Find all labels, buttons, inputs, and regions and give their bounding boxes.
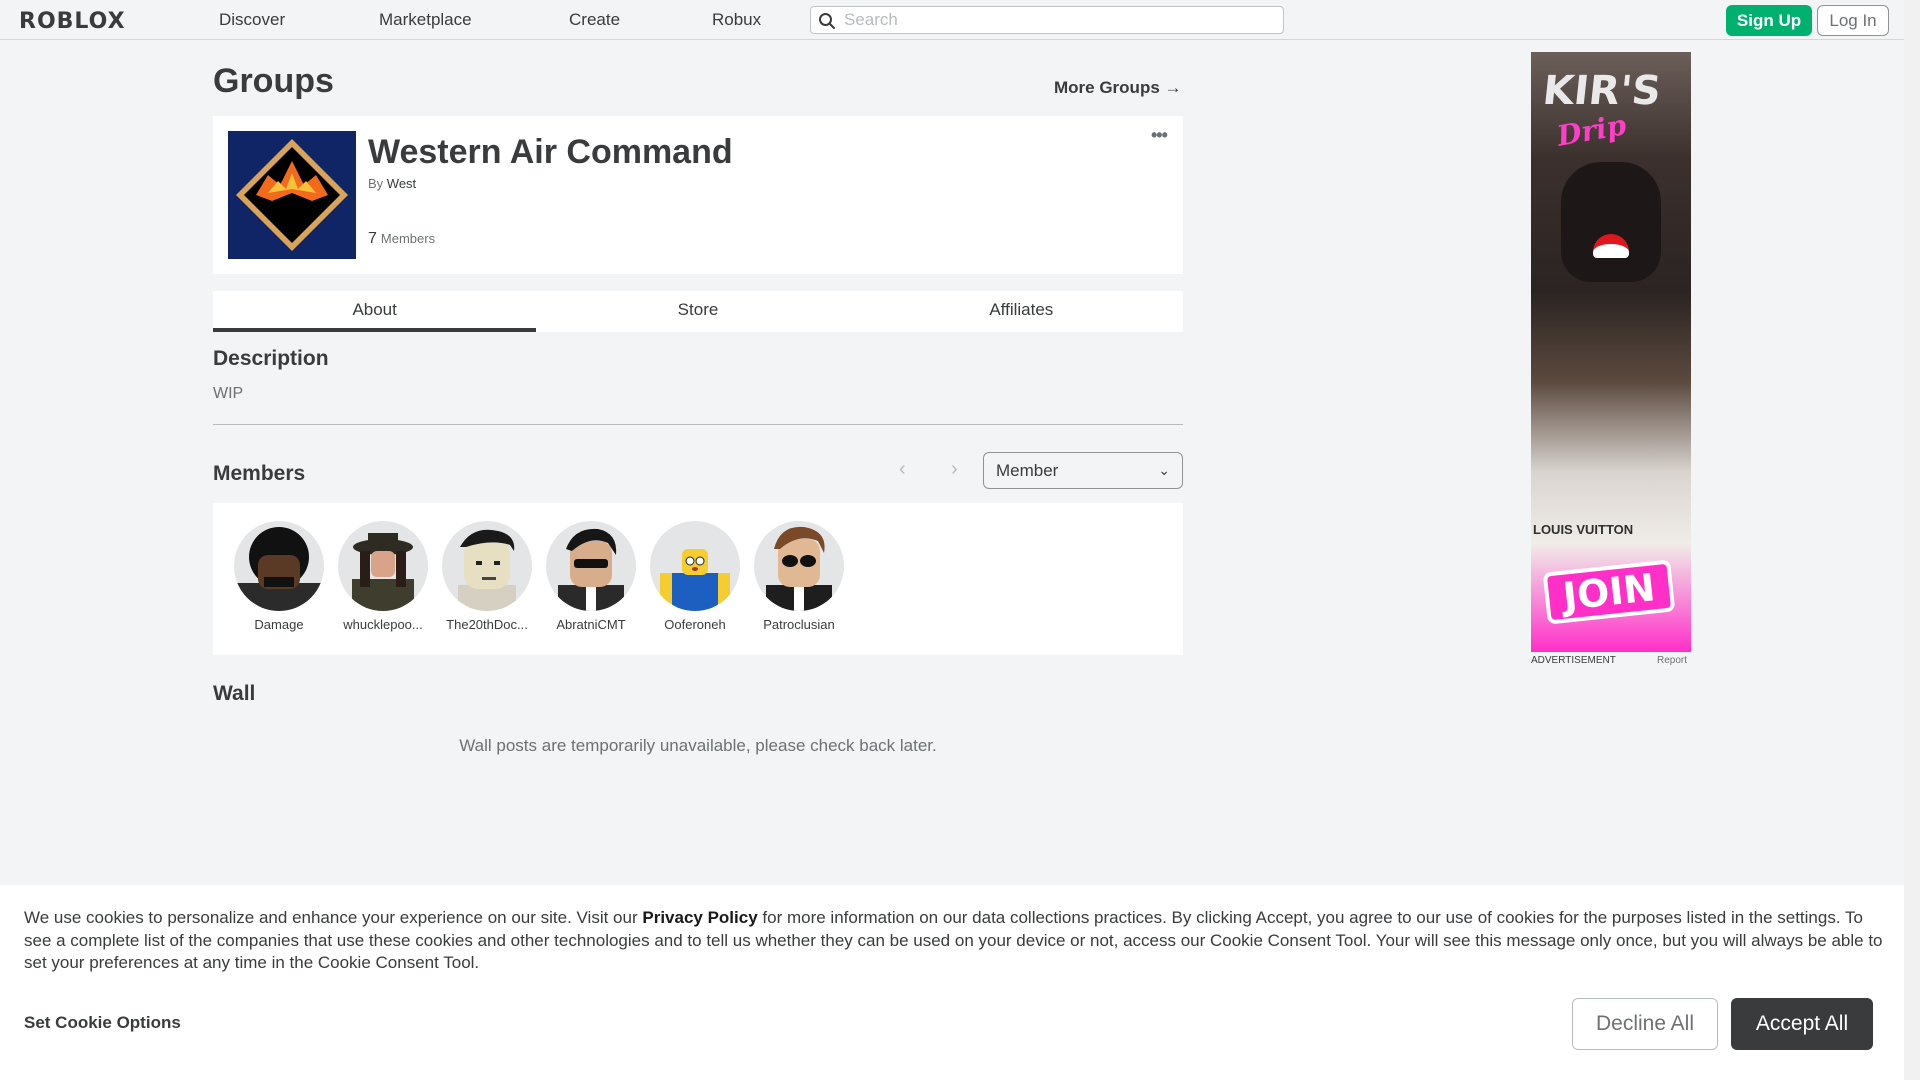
role-select[interactable]: Member ⌄ (983, 452, 1183, 489)
top-nav: ROBLOX Discover Marketplace Create Robux… (0, 0, 1904, 40)
cookie-banner: We use cookies to personalize and enhanc… (0, 885, 1904, 1080)
ad-label: ADVERTISEMENT (1531, 655, 1616, 666)
by-label: By (368, 176, 384, 191)
member-count-label: Members (380, 231, 436, 246)
member-count: 7 Members (368, 230, 435, 248)
emblem-icon (236, 139, 348, 251)
chevron-left-icon[interactable]: ‹ (899, 458, 906, 481)
cookie-text: We use cookies to personalize and enhanc… (24, 907, 1886, 975)
avatar (338, 521, 428, 611)
set-cookie-options-link[interactable]: Set Cookie Options (24, 1013, 181, 1033)
group-emblem (228, 131, 356, 259)
ad-subtitle: Drip (1554, 108, 1629, 153)
group-name: Western Air Command (368, 133, 733, 171)
group-owner: By West (368, 176, 416, 191)
tab-affiliates[interactable]: Affiliates (860, 291, 1183, 332)
log-in-button[interactable]: Log In (1817, 5, 1889, 36)
avatar (650, 521, 740, 611)
wall-heading: Wall (213, 682, 256, 705)
avatar (546, 521, 636, 611)
wall-message: Wall posts are temporarily unavailable, … (459, 736, 937, 755)
divider (213, 424, 1183, 425)
member-name: The20thDoc... (446, 617, 528, 632)
member-name: Damage (254, 617, 304, 632)
ad-avatar-image (1561, 162, 1661, 282)
ad-report-link[interactable]: Report (1657, 655, 1687, 666)
cookie-text-part: We use cookies to personalize and enhanc… (24, 908, 643, 927)
member-name: whucklepoo... (343, 617, 423, 632)
owner-link[interactable]: West (387, 176, 416, 191)
nav-marketplace[interactable]: Marketplace (379, 10, 472, 30)
nav-create[interactable]: Create (569, 10, 620, 30)
chevron-down-icon: ⌄ (1158, 462, 1170, 478)
roblox-logo[interactable]: ROBLOX (19, 9, 126, 34)
member-card[interactable]: Ooferoneh (645, 521, 745, 632)
avatar (754, 521, 844, 611)
avatar (442, 521, 532, 611)
search-box[interactable] (810, 6, 1284, 34)
privacy-policy-link[interactable]: Privacy Policy (642, 908, 757, 927)
member-card[interactable]: Patroclusian (749, 521, 849, 632)
member-name: Ooferoneh (664, 617, 726, 632)
description-text: WIP (213, 385, 244, 402)
page-title: Groups (213, 62, 334, 100)
ad-join-button[interactable]: JOIN (1542, 559, 1676, 625)
role-select-value: Member (996, 461, 1059, 480)
group-tabs: About Store Affiliates (213, 291, 1183, 332)
advertisement-banner[interactable]: KIR'S Drip LOUIS VUITTON JOIN (1531, 52, 1691, 652)
member-name: AbratniCMT (556, 617, 626, 632)
member-card[interactable]: AbratniCMT (541, 521, 641, 632)
decline-all-button[interactable]: Decline All (1572, 998, 1718, 1050)
member-name: Patroclusian (763, 617, 835, 632)
tab-store[interactable]: Store (536, 291, 859, 332)
more-options-icon[interactable]: ••• (1151, 126, 1168, 144)
nav-discover[interactable]: Discover (219, 10, 285, 30)
search-input[interactable] (844, 9, 1274, 31)
sign-up-button[interactable]: Sign Up (1726, 5, 1812, 36)
chevron-right-icon[interactable]: › (951, 458, 958, 481)
members-heading: Members (213, 462, 306, 485)
tab-about[interactable]: About (213, 291, 537, 332)
accept-all-button[interactable]: Accept All (1731, 998, 1873, 1050)
group-header-card: Western Air Command By West 7 Members ••• (213, 116, 1183, 274)
avatar (234, 521, 324, 611)
member-card[interactable]: The20thDoc... (437, 521, 537, 632)
member-count-value: 7 (368, 230, 377, 247)
search-icon (819, 13, 835, 29)
member-card[interactable]: Damage (229, 521, 329, 632)
member-card[interactable]: whucklepoo... (333, 521, 433, 632)
page-scrollbar[interactable] (1904, 0, 1920, 1080)
members-list: Damage whucklepoo... The20thDoc... Abrat… (213, 503, 1183, 655)
ad-brand-text: LOUIS VUITTON (1533, 522, 1634, 537)
more-groups-link[interactable]: More Groups → (1054, 78, 1182, 98)
nav-robux[interactable]: Robux (712, 10, 761, 30)
ad-title: KIR'S (1540, 68, 1664, 114)
description-heading: Description (213, 347, 329, 370)
